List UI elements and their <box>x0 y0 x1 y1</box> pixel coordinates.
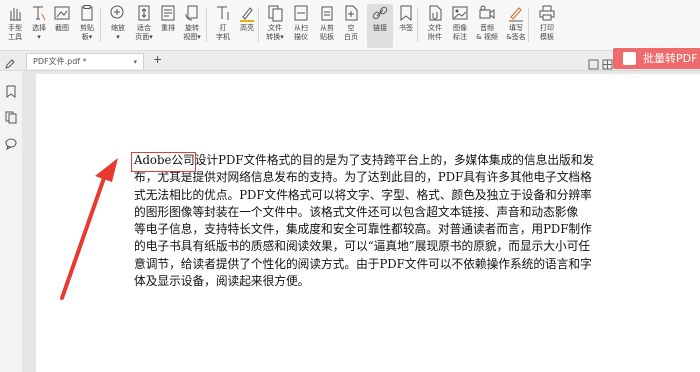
blank-page-icon <box>342 4 360 22</box>
hand-icon <box>6 4 24 22</box>
typewriter-icon <box>214 4 232 22</box>
document-line: Adobe公司设计PDF文件格式的目的是为了支持跨平台上的，多媒体集成的信息出版… <box>134 152 654 169</box>
batch-convert-pdf-button[interactable]: 批量转PDF <box>613 48 700 69</box>
line-text: 设计PDF文件格式的目的是为了支持跨平台上的，多媒体集成的信息出版和发 <box>194 153 595 167</box>
toolbar-button-file-convert[interactable]: 文件 转换▾ <box>263 4 287 48</box>
toolbar-button-hand[interactable]: 手型 工具 <box>4 4 26 48</box>
toolbar-button-label: 重排 <box>161 24 175 32</box>
toolbar-button-label: 旋转 视图▾ <box>183 24 201 41</box>
toolbar-button-label: 图像 标注 <box>453 24 467 41</box>
toolbar-button-label: 选择 ▾ <box>32 24 46 41</box>
toolbar-button-scanner[interactable]: 从扫 描仪 <box>289 4 313 48</box>
image-annotation-icon <box>451 4 469 22</box>
document-line: 等电子信息，支持特长文件，集成度和安全可靠性都较高。对普通读者而言，用PDF制作 <box>134 222 592 237</box>
toolbar-separator <box>100 8 101 42</box>
toolbar-separator <box>528 8 529 42</box>
from-clipboard-icon <box>318 4 336 22</box>
toolbar-button-label: 从扫 描仪 <box>294 24 308 41</box>
scanner-icon <box>292 4 310 22</box>
fill-sign-icon <box>507 4 525 22</box>
toolbar-button-reflow[interactable]: 重排 <box>158 4 178 48</box>
clipboard-icon <box>78 4 96 22</box>
toolbar-button-label: 截图 <box>55 24 69 32</box>
toolbar-button-attachment[interactable]: 文件 附件 <box>423 4 447 48</box>
toolbar-button-text-select[interactable]: 选择 ▾ <box>28 4 50 48</box>
toolbar-separator <box>258 8 259 42</box>
document-line: 的电子书具有纸版书的质感和阅读效果，可以“逼真地”展现原书的原貌，而显示大小可任 <box>134 239 591 254</box>
fit-page-icon <box>135 4 153 22</box>
document-tab[interactable]: PDF文件.pdf * ▾ <box>26 53 144 69</box>
pdf-icon <box>623 52 636 65</box>
toolbar-button-label: 高亮 <box>240 24 254 32</box>
print-template-icon <box>538 4 556 22</box>
document-line: 意调节，给读者提供了个性化的阅读方式。由于PDF文件可以不依赖操作系统的语言和字 <box>134 256 592 271</box>
toolbar-button-label: 文件 转换▾ <box>266 24 284 41</box>
toolbar-button-label: 空 白页 <box>344 24 358 41</box>
rotate-view-icon <box>183 4 201 22</box>
toolbar-button-from-clipboard[interactable]: 从剪 贴板 <box>314 4 340 48</box>
toolbar-button-typewriter[interactable]: 打 字机 <box>212 4 234 48</box>
toolbar-button-label: 缩放 ▾ <box>111 24 125 41</box>
toolbar-button-label: 打 字机 <box>216 24 230 41</box>
toolbar-button-label: 剪贴 板▾ <box>80 24 94 41</box>
toolbar-button-print-template[interactable]: 打印 模板 <box>534 4 560 48</box>
reflow-icon <box>159 4 177 22</box>
document-tab-title: PDF文件.pdf * <box>33 57 87 66</box>
toolbar-button-label: 从剪 贴板 <box>320 24 334 41</box>
file-convert-icon <box>266 4 284 22</box>
toolbar-button-audio-video[interactable]: 音频 & 视频 <box>474 4 500 48</box>
comments-icon[interactable] <box>5 135 17 154</box>
toolbar-button-image-annotation[interactable]: 图像 标注 <box>448 4 472 48</box>
screenshot-icon <box>53 4 71 22</box>
batch-convert-label: 批量转PDF <box>643 52 698 65</box>
audio-video-icon <box>478 4 496 22</box>
toolbar-button-screenshot[interactable]: 截图 <box>52 4 72 48</box>
document-line: 式无法相比的优点。PDF文件格式可以将文字、字型、格式、颜色及独立于设备和分辨率 <box>134 187 592 202</box>
toolbar-button-label: 打印 模板 <box>540 24 554 41</box>
chevron-down-icon[interactable]: ▾ <box>133 54 137 70</box>
toolbar-button-label: 适合 页面▾ <box>135 24 153 41</box>
zoom-icon <box>109 4 127 22</box>
toolbar-button-bookmark[interactable]: 书签 <box>395 4 417 48</box>
pages-icon[interactable] <box>5 109 17 128</box>
highlight-icon <box>238 4 256 22</box>
toolbar-separator <box>417 8 418 42</box>
new-tab-button[interactable]: + <box>153 53 162 66</box>
attachment-icon <box>426 4 444 22</box>
toolbar-button-label: 书签 <box>399 24 413 32</box>
text-select-icon <box>30 4 48 22</box>
link-icon <box>371 4 389 22</box>
ribbon-toolbar: 手型 工具 选择 ▾ 截图 剪贴 板▾ 缩放 ▾ 适合 页面▾ 重排 旋转 视图▾ 打 字机 高亮… <box>0 0 700 51</box>
document-line: 体及显示设备，阅读起来很方便。 <box>134 274 310 289</box>
bookmark-icon <box>397 4 415 22</box>
toolbar-button-highlight[interactable]: 高亮 <box>236 4 258 48</box>
document-line: 的图形图像等封装在一个文件中。该格式文件还可以包含超文本链接、声音和动态影像 <box>134 204 579 219</box>
annotation-box <box>131 152 196 172</box>
toolbar-button-label: 链接 <box>373 24 387 32</box>
toolbar-button-blank-page[interactable]: 空 白页 <box>340 4 362 48</box>
toolbar-button-fill-sign[interactable]: 填写 &签名 <box>503 4 529 48</box>
toolbar-button-label: 手型 工具 <box>8 24 22 41</box>
toolbar-button-label: 文件 附件 <box>428 24 442 41</box>
left-sidebar <box>0 71 23 372</box>
document-paragraph[interactable]: Adobe公司设计PDF文件格式的目的是为了支持跨平台上的，多媒体集成的信息出版… <box>134 152 654 290</box>
toolbar-button-clipboard[interactable]: 剪贴 板▾ <box>75 4 99 48</box>
document-line: 布，尤其是提供对网络信息发布的支持。为了达到此目的，PDF具有许多其他电子文档格 <box>134 170 592 185</box>
toolbar-button-fit-page[interactable]: 适合 页面▾ <box>131 4 157 48</box>
bookmark-icon[interactable] <box>5 83 17 102</box>
toolbar-button-link[interactable]: 链接 <box>367 4 393 48</box>
toolbar-button-zoom[interactable]: 缩放 ▾ <box>106 4 130 48</box>
toolbar-separator <box>206 8 207 42</box>
toolbar-button-label: 音频 & 视频 <box>476 24 498 41</box>
toolbar-button-label: 填写 &签名 <box>506 24 526 41</box>
toolbar-button-rotate-view[interactable]: 旋转 视图▾ <box>180 4 204 48</box>
